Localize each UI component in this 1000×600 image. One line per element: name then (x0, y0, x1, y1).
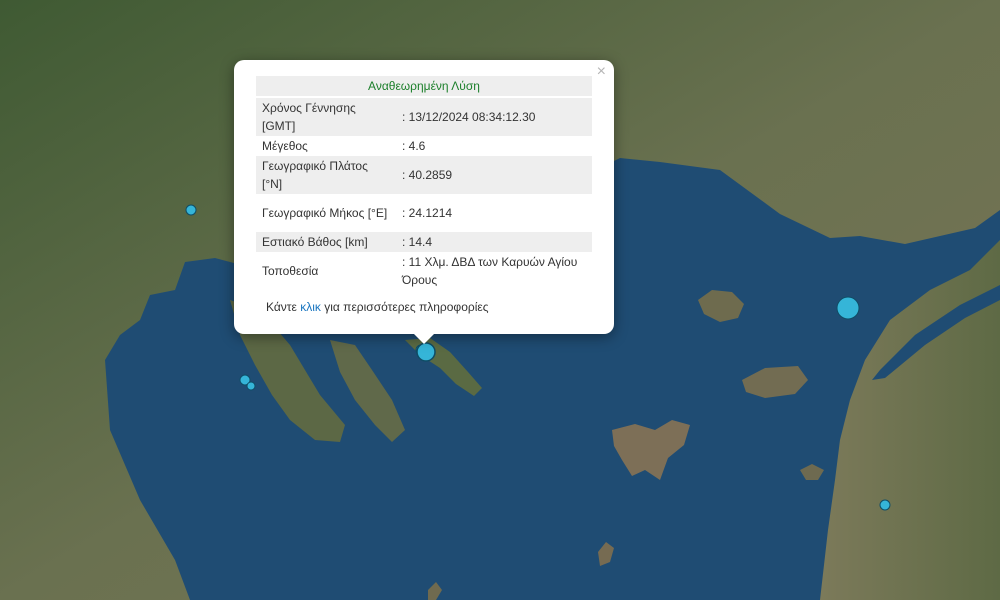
earthquake-marker[interactable] (836, 296, 860, 320)
info-row-depth: Εστιακό Βάθος [km] : 14.4 (256, 232, 592, 252)
info-value: : 11 Χλμ. ΔΒΔ των Καρυών Αγίου Όρους (402, 255, 578, 287)
info-label: Γεωγραφικό Μήκος [°E] (262, 206, 388, 220)
info-label: Γεωγραφικό Πλάτος [°N] (256, 156, 396, 194)
popup-tip (414, 334, 434, 344)
info-label: Χρόνος Γέννησης [GMT] (256, 98, 396, 136)
earthquake-info-popup: × Αναθεωρημένη Λύση Χρόνος Γέννησης [GMT… (234, 60, 614, 344)
info-value: : 24.1214 (402, 206, 453, 220)
close-icon[interactable]: × (597, 63, 606, 81)
earthquake-marker[interactable] (246, 381, 256, 391)
more-info-text: Κάντε κλικ για περισσότερες πληροφορίες (266, 300, 489, 314)
info-value: : 40.2859 (396, 156, 592, 194)
info-label: Τοποθεσία (262, 264, 319, 278)
info-row-longitude: Γεωγραφικό Μήκος [°E] : 24.1214 (256, 194, 592, 232)
info-value: : 4.6 (402, 139, 426, 153)
info-row-magnitude: Μέγεθος : 4.6 (256, 136, 592, 156)
info-value: : 14.4 (396, 232, 592, 252)
more-info-link[interactable]: κλικ (300, 300, 321, 314)
info-value: : 13/12/2024 08:34:12.30 (396, 98, 592, 136)
earthquake-marker[interactable] (185, 204, 197, 216)
info-row-origin-time: Χρόνος Γέννησης [GMT] : 13/12/2024 08:34… (256, 98, 592, 136)
earthquake-marker[interactable] (879, 499, 891, 511)
info-row-latitude: Γεωγραφικό Πλάτος [°N] : 40.2859 (256, 156, 592, 194)
info-label: Εστιακό Βάθος [km] (256, 232, 396, 252)
more-info-suffix: για περισσότερες πληροφορίες (320, 300, 489, 314)
info-label: Μέγεθος (262, 139, 308, 153)
more-info-prefix: Κάντε (266, 300, 301, 314)
popup-title: Αναθεωρημένη Λύση (256, 76, 592, 96)
earthquake-marker-selected[interactable] (416, 342, 436, 362)
info-row-location: Τοποθεσία : 11 Χλμ. ΔΒΔ των Καρυών Αγίου… (256, 252, 592, 290)
earthquake-info-table: Χρόνος Γέννησης [GMT] : 13/12/2024 08:34… (256, 98, 592, 290)
